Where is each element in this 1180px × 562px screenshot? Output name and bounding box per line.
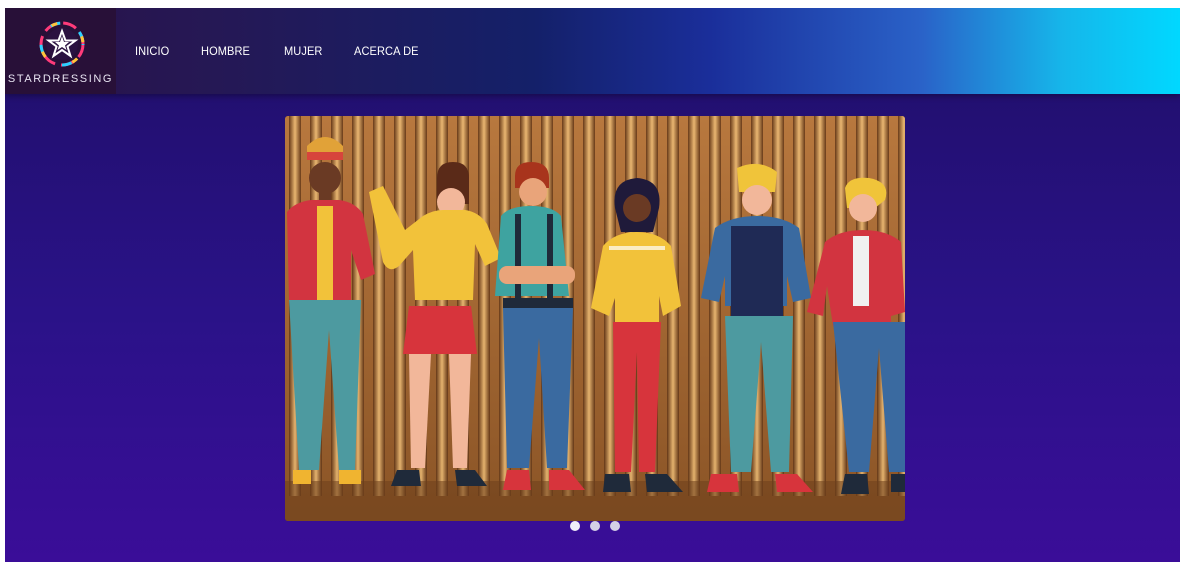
people-group-illustration-icon — [285, 116, 905, 521]
nav-link-hombre[interactable]: HOMBRE — [201, 44, 250, 58]
nav-link-mujer[interactable]: MUJER — [284, 44, 322, 58]
brand-block[interactable]: STARDRESSING — [5, 8, 116, 94]
top-navbar: STARDRESSING INICIO HOMBRE MUJER ACERCA … — [5, 8, 1180, 94]
carousel-indicators — [570, 521, 620, 531]
nav-links: INICIO HOMBRE MUJER ACERCA DE — [135, 44, 454, 58]
carousel-dot-3[interactable] — [610, 521, 620, 531]
carousel-dot-1[interactable] — [570, 521, 580, 531]
nav-link-acerca-de[interactable]: ACERCA DE — [354, 44, 419, 58]
star-emblem-icon — [39, 21, 85, 67]
brand-name: STARDRESSING — [7, 73, 114, 85]
hero-carousel[interactable] — [285, 116, 905, 521]
page-frame: STARDRESSING INICIO HOMBRE MUJER ACERCA … — [5, 8, 1180, 562]
nav-link-inicio[interactable]: INICIO — [135, 44, 169, 58]
carousel-dot-2[interactable] — [590, 521, 600, 531]
